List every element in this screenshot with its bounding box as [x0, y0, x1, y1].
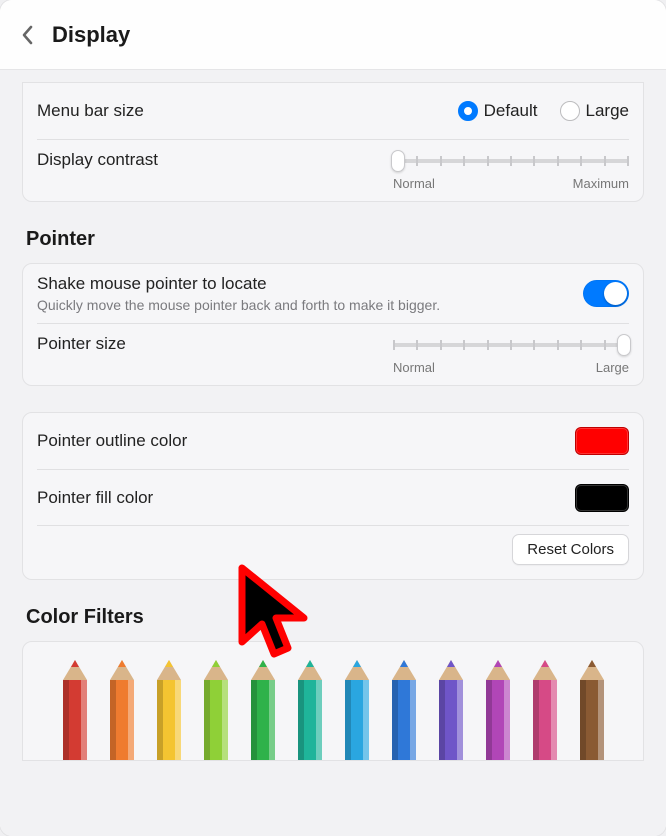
pointer-fill-color-well[interactable] [575, 484, 629, 512]
pencil-icon [387, 660, 421, 760]
pointer-size-label: Pointer size [37, 334, 393, 354]
shake-pointer-label: Shake mouse pointer to locate [37, 274, 583, 294]
display-contrast-label: Display contrast [37, 150, 393, 170]
contrast-min-label: Normal [393, 176, 435, 191]
pencil-icon [199, 660, 233, 760]
display-card: Menu bar size Default Large Display cont… [22, 82, 644, 202]
pencil-icon [481, 660, 515, 760]
radio-label-large: Large [586, 101, 629, 121]
page-title: Display [52, 22, 130, 48]
pointer-outline-label: Pointer outline color [37, 431, 575, 451]
pointer-section-title: Pointer [26, 228, 644, 251]
reset-colors-button[interactable]: Reset Colors [512, 534, 629, 565]
color-filters-preview [22, 641, 644, 761]
radio-label-default: Default [484, 101, 538, 121]
pointer-card-1: Shake mouse pointer to locate Quickly mo… [22, 263, 644, 386]
shake-pointer-toggle[interactable] [583, 280, 629, 307]
display-contrast-slider[interactable] [393, 150, 629, 172]
pencil-icon [528, 660, 562, 760]
back-button[interactable] [20, 24, 36, 46]
pointer-fill-label: Pointer fill color [37, 488, 575, 508]
pencil-icon [340, 660, 374, 760]
menu-bar-size-label: Menu bar size [37, 101, 458, 121]
pointer-card-2: Pointer outline color Pointer fill color… [22, 412, 644, 580]
color-filters-section-title: Color Filters [26, 606, 644, 629]
menu-bar-size-large-radio[interactable]: Large [560, 101, 629, 121]
shake-pointer-sub: Quickly move the mouse pointer back and … [37, 297, 583, 313]
menu-bar-size-radio-group: Default Large [458, 101, 629, 121]
menu-bar-size-default-radio[interactable]: Default [458, 101, 538, 121]
pencil-icon [152, 660, 186, 760]
pencil-icon [575, 660, 609, 760]
contrast-max-label: Maximum [573, 176, 629, 191]
pencil-icon [246, 660, 280, 760]
pointer-size-min-label: Normal [393, 360, 435, 375]
pencil-icon [105, 660, 139, 760]
pencil-icon [58, 660, 92, 760]
pointer-size-slider[interactable] [393, 334, 629, 356]
pointer-size-max-label: Large [596, 360, 629, 375]
pencil-icon [434, 660, 468, 760]
pointer-outline-color-well[interactable] [575, 427, 629, 455]
pencil-icon [293, 660, 327, 760]
